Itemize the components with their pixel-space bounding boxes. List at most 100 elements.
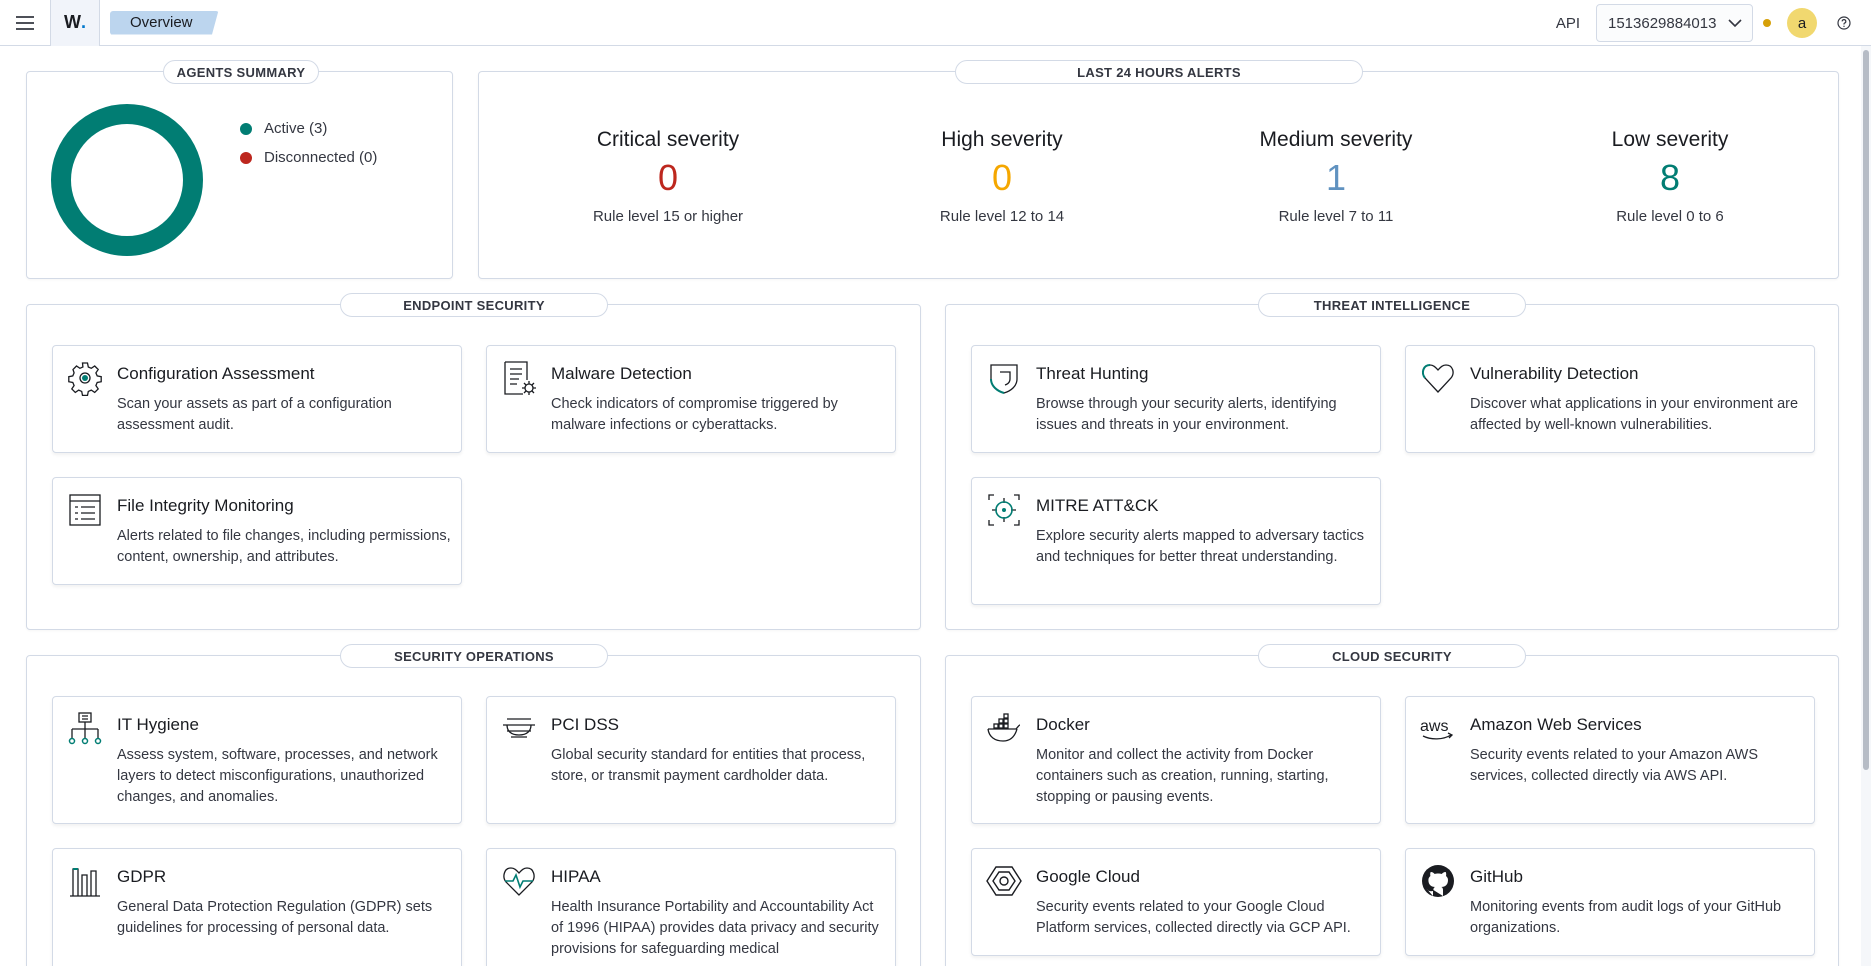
endpoint-security-title: ENDPOINT SECURITY [340,293,608,317]
alert-high[interactable]: High severity 0 Rule level 12 to 14 [892,128,1112,225]
alert-low-title: Low severity [1611,128,1729,151]
endpoint-security-panel: ENDPOINT SECURITY Configuration Assessme… [26,293,921,630]
card-title: Google Cloud [1036,867,1140,886]
api-selector-value: 1513629884013 [1608,14,1717,32]
card-configuration-assessment[interactable]: Configuration Assessment Scan your asset… [52,345,462,453]
card-title: Vulnerability Detection [1470,364,1639,383]
card-description: Alerts related to file changes, includin… [117,528,451,565]
card-description: Scan your assets as part of a configurat… [117,396,392,433]
legend-item-disconnected[interactable]: Disconnected (0) [240,143,377,172]
crosshair-icon [988,494,1020,526]
card-description: Discover what applications in your envir… [1470,396,1799,433]
card-title: Threat Hunting [1036,364,1149,383]
top-navigation-bar: W. Overview API 1513629884013 a [0,0,1871,46]
aws-icon: aws [1420,718,1454,740]
card-vulnerability-detection[interactable]: Vulnerability Detection Discover what ap… [1405,345,1815,453]
alert-medium-value: 1 [1325,157,1347,198]
heartbeat-icon [503,867,535,896]
card-description: Monitor and collect the activity from Do… [1036,747,1329,805]
svg-text:aws: aws [1420,718,1448,735]
card-google-cloud[interactable]: Google Cloud Security events related to … [971,848,1381,956]
alert-high-value: 0 [991,157,1013,198]
google-cloud-icon [986,866,1022,896]
security-operations-panel: SECURITY OPERATIONS IT Hygiene Assess sy… [26,644,921,966]
scrollbar-thumb[interactable] [1863,50,1869,770]
card-title: IT Hygiene [117,715,199,734]
card-gdpr[interactable]: GDPR General Data Protection Regulation … [52,848,462,966]
hamburger-menu-icon [16,15,34,30]
help-icon [1837,16,1851,30]
logo-dot: . [80,12,86,32]
alerts-title: LAST 24 HOURS ALERTS [955,60,1363,84]
legend-swatch-active [240,122,252,135]
card-description: Explore security alerts mapped to advers… [1036,528,1364,565]
user-avatar[interactable]: a [1787,8,1817,38]
alert-low-value: 8 [1659,157,1681,198]
card-docker[interactable]: Docker Monitor and collect the activity … [971,696,1381,824]
card-mitre-attack[interactable]: MITRE ATT&CK Explore security alerts map… [971,477,1381,605]
alert-medium[interactable]: Medium severity 1 Rule level 7 to 11 [1226,128,1446,225]
malware-document-icon [504,361,536,395]
app-logo[interactable]: W. [50,0,100,46]
card-description: Global security standard for entities th… [551,747,866,784]
card-title: Malware Detection [551,364,692,383]
top-right-controls: API 1513629884013 a [1556,0,1871,46]
card-description: Health Insurance Portability and Account… [551,899,879,957]
card-malware-detection[interactable]: Malware Detection Check indicators of co… [486,345,896,453]
card-description: Assess system, software, processes, and … [117,747,438,805]
breadcrumb-overview[interactable]: Overview [110,10,219,35]
card-title: PCI DSS [551,715,620,734]
shield-icon [990,364,1018,394]
alerts-panel: LAST 24 HOURS ALERTS Critical severity 0… [478,60,1839,279]
card-description: Check indicators of compromise triggered… [551,396,838,433]
list-document-icon [69,494,101,526]
logo-letter: W [63,12,81,32]
legend-label-disconnected: Disconnected (0) [264,149,378,166]
alert-low[interactable]: Low severity 8 Rule level 0 to 6 [1560,128,1780,225]
legend-item-active[interactable]: Active (3) [240,114,377,143]
api-status-dot [1763,19,1771,27]
page-scrollbar[interactable] [1861,46,1871,966]
card-title: GitHub [1470,867,1523,886]
alert-critical-value: 0 [657,157,679,198]
card-file-integrity-monitoring[interactable]: File Integrity Monitoring Alerts related… [52,477,462,585]
menu-button[interactable] [0,0,50,46]
api-label: API [1555,14,1580,32]
legend-swatch-disconnected [240,151,252,164]
card-description: Browse through your security alerts, ide… [1036,396,1337,433]
card-description: Security events related to your Amazon A… [1470,747,1758,784]
alert-critical-desc: Rule level 15 or higher [592,208,744,225]
alert-low-desc: Rule level 0 to 6 [1616,208,1724,225]
card-amazon-web-services[interactable]: aws Amazon Web Services Security events … [1405,696,1815,824]
alert-critical-title: Critical severity [596,128,740,151]
card-pci-dss[interactable]: PCI DSS Global security standard for ent… [486,696,896,824]
help-button[interactable] [1817,0,1871,46]
alert-medium-title: Medium severity [1259,128,1413,151]
api-selector[interactable]: 1513629884013 [1596,4,1753,42]
agents-legend: Active (3) Disconnected (0) [240,114,377,172]
alert-high-desc: Rule level 12 to 14 [939,208,1065,225]
heart-icon [1421,364,1454,393]
card-github[interactable]: GitHub Monitoring events from audit logs… [1405,848,1815,956]
agents-summary-title: AGENTS SUMMARY [163,60,319,84]
cloud-security-title: CLOUD SECURITY [1258,644,1526,668]
agents-summary-panel: AGENTS SUMMARY Active (3) Disconnected (… [26,60,453,279]
threat-intelligence-panel: THREAT INTELLIGENCE Threat Hunting Brows… [945,293,1839,630]
card-lines-icon [503,718,535,738]
columns-icon [70,868,100,897]
chevron-down-icon [1728,18,1742,27]
network-icon [68,712,102,745]
github-icon [1422,865,1454,897]
cloud-security-panel: CLOUD SECURITY Docker Monitor and collec… [945,644,1839,966]
card-description: Monitoring events from audit logs of you… [1470,899,1782,936]
card-threat-hunting[interactable]: Threat Hunting Browse through your secur… [971,345,1381,453]
card-hipaa[interactable]: HIPAA Health Insurance Portability and A… [486,848,896,966]
card-title: GDPR [117,867,167,886]
card-title: Configuration Assessment [117,364,315,383]
card-title: File Integrity Monitoring [117,496,294,515]
card-it-hygiene[interactable]: IT Hygiene Assess system, software, proc… [52,696,462,824]
alert-medium-desc: Rule level 7 to 11 [1278,208,1394,225]
agents-donut-chart [51,104,203,256]
card-title: HIPAA [551,867,601,886]
alert-critical[interactable]: Critical severity 0 Rule level 15 or hig… [558,128,778,225]
